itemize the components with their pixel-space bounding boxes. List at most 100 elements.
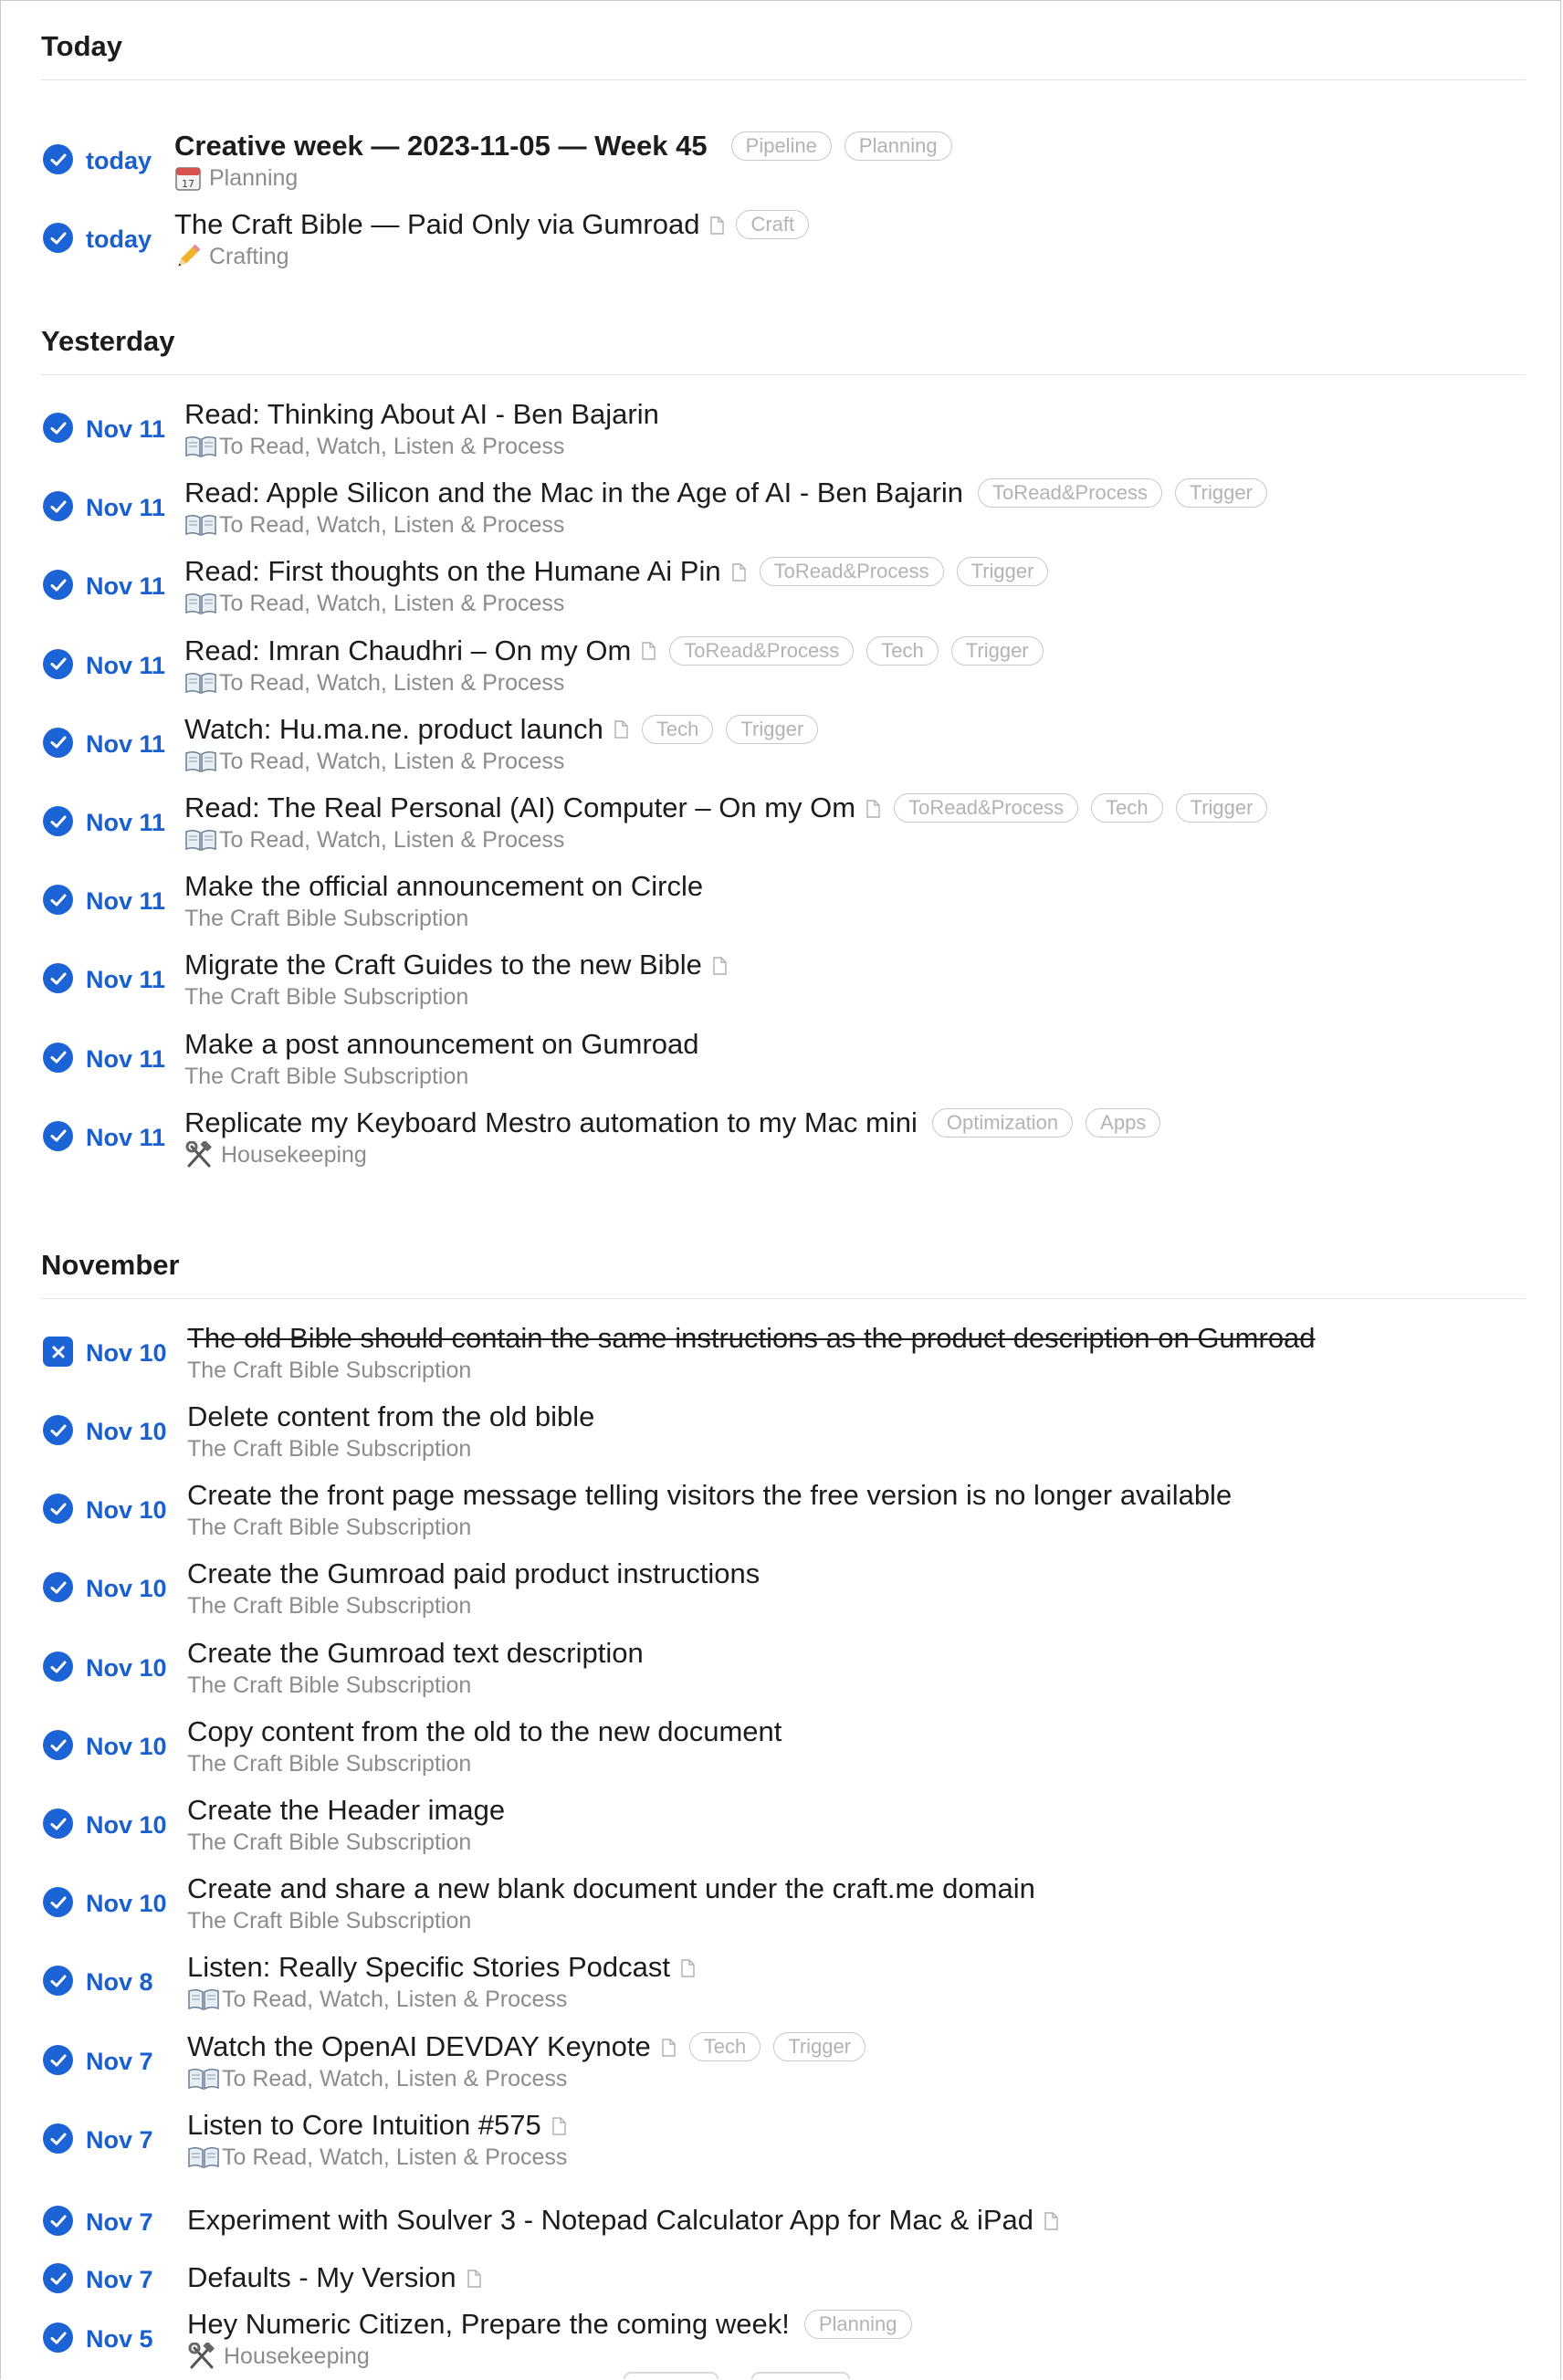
tag-pill[interactable]: Tech bbox=[866, 635, 939, 666]
tag-pill[interactable]: Trigger bbox=[773, 2032, 866, 2061]
task-title[interactable]: Replicate my Keyboard Mestro automation … bbox=[184, 1106, 918, 1139]
checkbox-done[interactable] bbox=[43, 413, 73, 443]
task-project[interactable]: To Read, Watch, Listen & Process bbox=[184, 825, 1267, 854]
checkbox-done[interactable] bbox=[43, 1042, 73, 1073]
task-project[interactable]: The Craft Bible Subscription bbox=[187, 1828, 505, 1857]
checkmark-icon bbox=[50, 1975, 66, 1987]
task-project[interactable]: The Craft Bible Subscription bbox=[187, 1749, 782, 1778]
checkbox-done[interactable] bbox=[43, 2045, 73, 2075]
checkbox-done[interactable] bbox=[43, 2322, 73, 2353]
task-title[interactable]: Creative week — 2023-11-05 — Week 45 bbox=[174, 130, 708, 163]
task-title[interactable]: The old Bible should contain the same in… bbox=[187, 1322, 1316, 1355]
checkbox-done[interactable] bbox=[43, 570, 73, 601]
checkbox-done[interactable] bbox=[43, 1730, 73, 1760]
task-title[interactable]: Read: Thinking About AI - Ben Bajarin bbox=[184, 398, 659, 431]
task-project[interactable]: Crafting bbox=[174, 242, 809, 271]
checkbox-done[interactable] bbox=[43, 885, 73, 916]
checkbox-done[interactable] bbox=[43, 727, 73, 758]
task-title[interactable]: Create the front page message telling vi… bbox=[187, 1479, 1232, 1512]
checkbox-done[interactable] bbox=[43, 1887, 73, 1917]
task-title[interactable]: Copy content from the old to the new doc… bbox=[187, 1715, 782, 1748]
project-name: To Read, Watch, Listen & Process bbox=[219, 669, 565, 696]
checkbox-done[interactable] bbox=[43, 2263, 73, 2293]
task-project[interactable]: 17 Planning bbox=[174, 163, 952, 193]
open-book-icon bbox=[187, 1987, 220, 2011]
task-title[interactable]: The Craft Bible — Paid Only via Gumroad bbox=[174, 208, 699, 241]
tag-pill[interactable]: Tech bbox=[641, 714, 714, 744]
tag-pill[interactable]: Tech bbox=[1091, 793, 1163, 823]
tag-pill[interactable]: Planning bbox=[844, 131, 952, 161]
task-title[interactable]: Read: First thoughts on the Humane Ai Pi… bbox=[184, 555, 721, 588]
task-title[interactable]: Defaults - My Version bbox=[187, 2261, 456, 2294]
checkbox-done[interactable] bbox=[43, 1966, 73, 1996]
tag-pill[interactable]: Trigger bbox=[1175, 478, 1267, 509]
tag-pill[interactable]: ToRead&Process bbox=[669, 635, 855, 666]
checkbox-done[interactable] bbox=[43, 1651, 73, 1682]
checkbox-done[interactable] bbox=[43, 2123, 73, 2154]
task-title[interactable]: Create and share a new blank document un… bbox=[187, 1872, 1035, 1905]
task-title[interactable]: Watch the OpenAI DEVDAY Keynote bbox=[187, 2030, 651, 2063]
tag-pill[interactable]: Trigger bbox=[1175, 793, 1268, 823]
task-title[interactable]: Watch: Hu.ma.ne. product launch bbox=[184, 713, 603, 746]
task-project[interactable]: To Read, Watch, Listen & Process bbox=[184, 510, 1267, 540]
task-title[interactable]: Read: Apple Silicon and the Mac in the A… bbox=[184, 477, 963, 509]
task-project[interactable]: To Read, Watch, Listen & Process bbox=[184, 747, 818, 776]
tag-pill[interactable]: ToRead&Process bbox=[759, 557, 944, 587]
tag-pill[interactable]: Planning bbox=[803, 2310, 912, 2339]
task-title[interactable]: Listen to Core Intuition #575 bbox=[187, 2109, 541, 2142]
task-project[interactable]: The Craft Bible Subscription bbox=[184, 982, 726, 1012]
task-title[interactable]: Make a post announcement on Gumroad bbox=[184, 1028, 699, 1061]
tag-pill[interactable]: ToRead&Process bbox=[894, 793, 1079, 823]
task-title[interactable]: Create the Gumroad paid product instruct… bbox=[187, 1557, 760, 1590]
tag-pill[interactable]: Trigger bbox=[950, 635, 1044, 666]
tag-pill[interactable]: Apps bbox=[1086, 1107, 1161, 1138]
tag-pill[interactable]: Trigger bbox=[956, 557, 1049, 587]
task-title[interactable]: Read: The Real Personal (AI) Computer – … bbox=[184, 792, 855, 824]
task-project[interactable]: To Read, Watch, Listen & Process bbox=[187, 1985, 694, 2014]
task-project[interactable]: To Read, Watch, Listen & Process bbox=[184, 668, 1044, 697]
checkbox-done[interactable] bbox=[43, 963, 73, 994]
task-title[interactable]: Experiment with Soulver 3 - Notepad Calc… bbox=[187, 2204, 1033, 2237]
task-title[interactable]: Migrate the Craft Guides to the new Bibl… bbox=[184, 949, 702, 981]
checkbox-done[interactable] bbox=[43, 1809, 73, 1839]
task-project[interactable]: The Craft Bible Subscription bbox=[187, 1671, 644, 1700]
task-project[interactable]: The Craft Bible Subscription bbox=[184, 1062, 699, 1091]
task-project[interactable]: To Read, Watch, Listen & Process bbox=[187, 2143, 567, 2172]
task-project[interactable]: The Craft Bible Subscription bbox=[187, 1513, 1232, 1542]
task-project[interactable]: Housekeeping bbox=[184, 1140, 1160, 1169]
checkbox-done[interactable] bbox=[43, 491, 73, 522]
task-title[interactable]: Listen: Really Specific Stories Podcast bbox=[187, 1951, 670, 1984]
checkbox-done[interactable] bbox=[43, 1494, 73, 1524]
task-project[interactable]: The Craft Bible Subscription bbox=[187, 1356, 1316, 1385]
tag-pill[interactable]: ToRead&Process bbox=[978, 478, 1163, 509]
checkbox-done[interactable] bbox=[43, 806, 73, 836]
task-title[interactable]: Delete content from the old bible bbox=[187, 1400, 594, 1433]
checkbox-done[interactable] bbox=[43, 144, 73, 174]
task-title[interactable]: Read: Imran Chaudhri – On my Om bbox=[184, 634, 631, 667]
task-title[interactable]: Create the Gumroad text description bbox=[187, 1637, 644, 1670]
tag-pill[interactable]: Optimization bbox=[931, 1107, 1074, 1138]
tag-pill[interactable]: Trigger bbox=[726, 714, 819, 744]
task-title[interactable]: Make the official announcement on Circle bbox=[184, 870, 703, 903]
task-project[interactable]: To Read, Watch, Listen & Process bbox=[187, 2064, 865, 2093]
task-project[interactable]: Housekeeping bbox=[187, 2342, 912, 2371]
task-project[interactable]: The Craft Bible Subscription bbox=[187, 1906, 1035, 1935]
checkbox-done[interactable] bbox=[43, 648, 73, 679]
task-title[interactable]: Create the Header image bbox=[187, 1794, 505, 1827]
task-project[interactable]: To Read, Watch, Listen & Process bbox=[184, 432, 659, 461]
checkbox-done[interactable] bbox=[43, 2206, 73, 2236]
checkbox-cancelled[interactable] bbox=[43, 1337, 73, 1367]
section-november: November Nov 10 The old Bible should cont… bbox=[41, 1245, 1526, 2369]
checkbox-done[interactable] bbox=[43, 1572, 73, 1602]
task-project[interactable]: The Craft Bible Subscription bbox=[187, 1434, 594, 1463]
task-project[interactable]: To Read, Watch, Listen & Process bbox=[184, 589, 1048, 618]
tag-pill[interactable]: Pipeline bbox=[730, 131, 832, 161]
checkbox-done[interactable] bbox=[43, 1415, 73, 1445]
task-project[interactable]: The Craft Bible Subscription bbox=[187, 1591, 760, 1620]
tag-pill[interactable]: Craft bbox=[736, 210, 810, 239]
tag-pill[interactable]: Tech bbox=[688, 2032, 761, 2061]
task-title[interactable]: Hey Numeric Citizen, Prepare the coming … bbox=[187, 2308, 790, 2341]
checkbox-done[interactable] bbox=[43, 223, 73, 253]
checkbox-done[interactable] bbox=[43, 1120, 73, 1151]
task-project[interactable]: The Craft Bible Subscription bbox=[184, 904, 703, 933]
